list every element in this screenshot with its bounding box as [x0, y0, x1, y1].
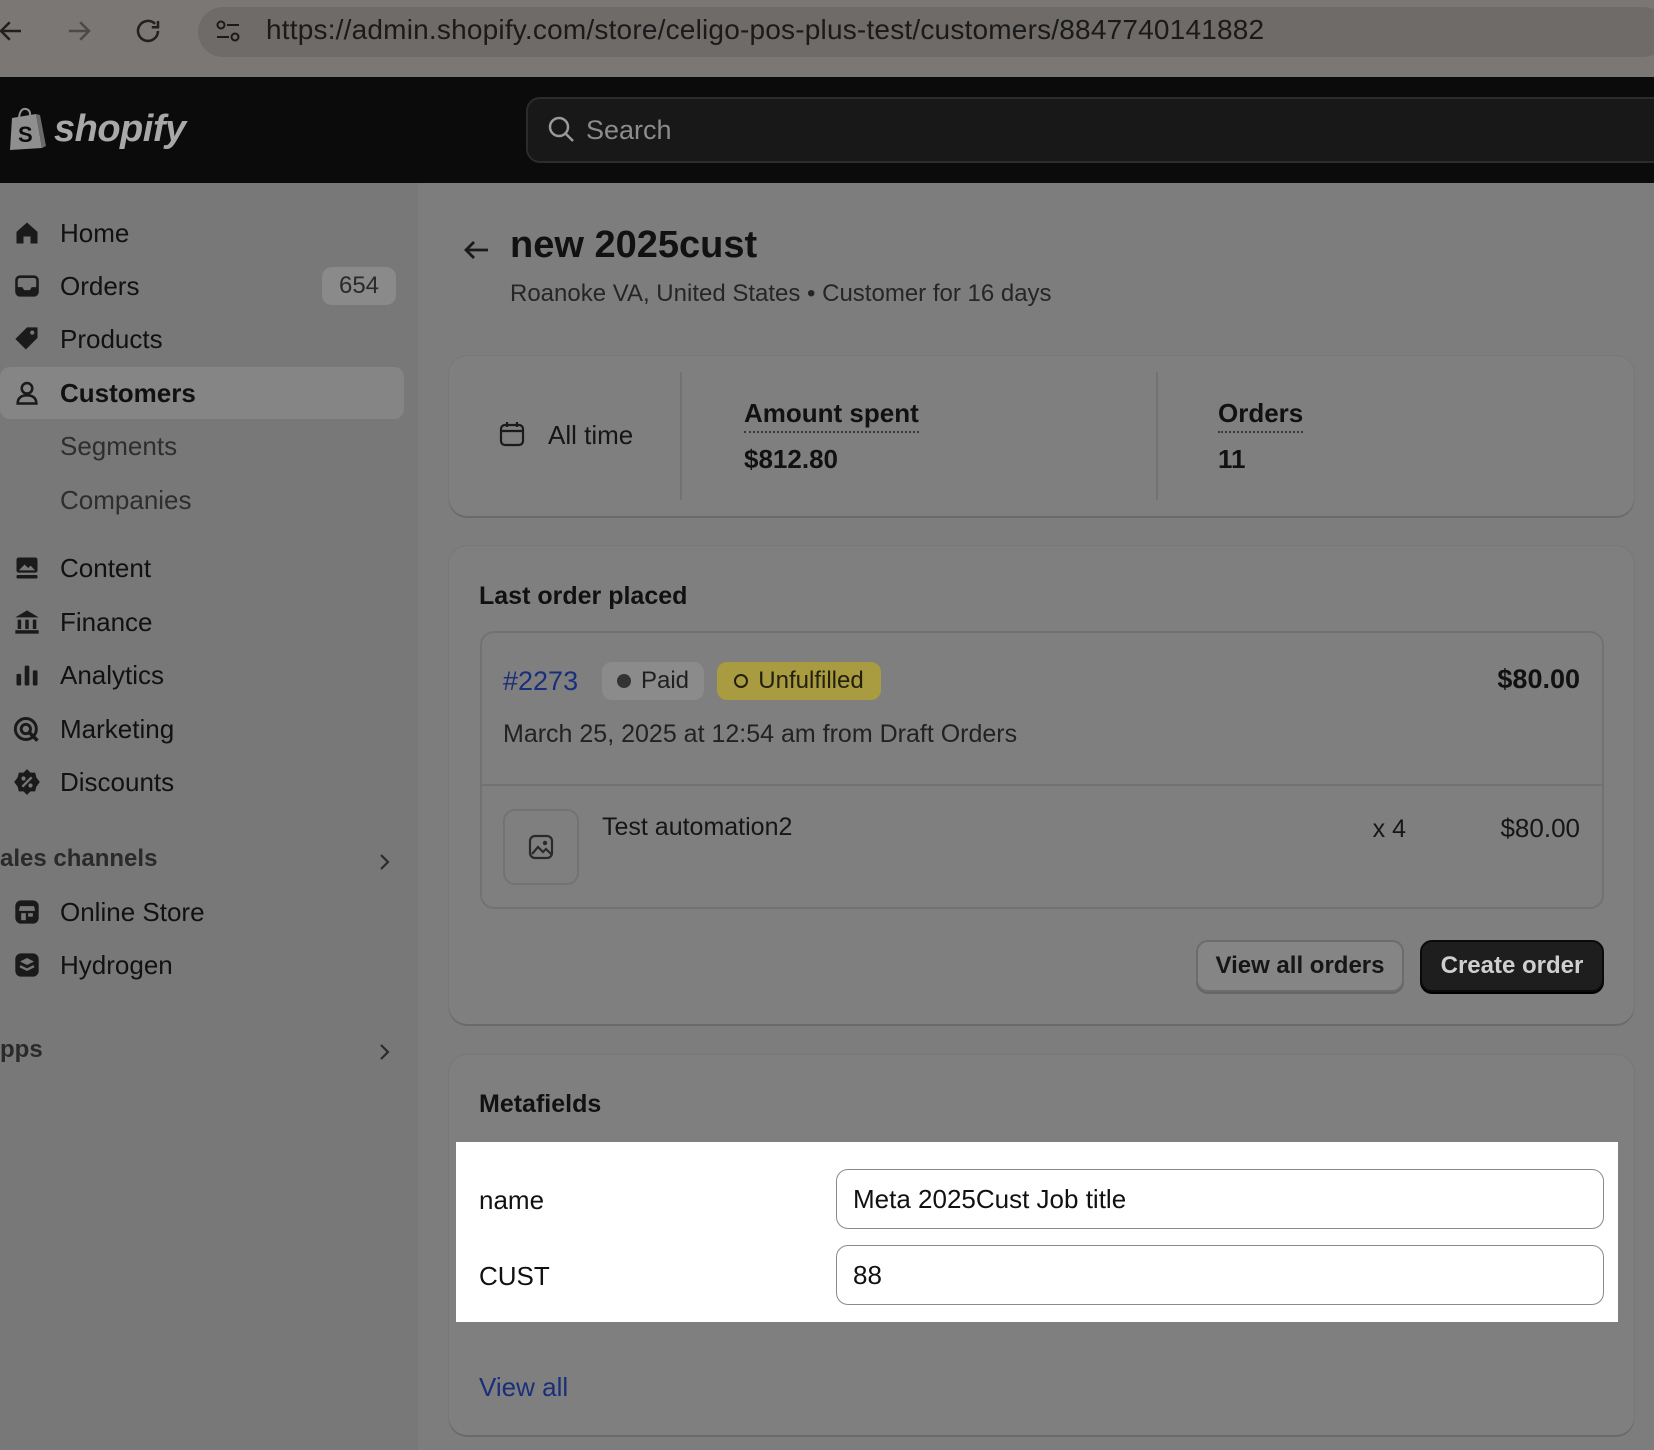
order-total: $80.00: [1497, 664, 1580, 694]
shopify-bag-icon: S: [10, 107, 46, 150]
sidebar-item-label: Home: [60, 217, 130, 248]
product-thumbnail[interactable]: [503, 809, 579, 885]
apps-heading: pps: [0, 1036, 43, 1063]
sidebar-item-label: Analytics: [60, 659, 165, 690]
order-meta: March 25, 2025 at 12:54 am from Draft Or…: [503, 720, 1018, 748]
sidebar-item-orders[interactable]: Orders 654: [0, 260, 404, 312]
content-icon: [12, 553, 42, 583]
stats-divider: [1156, 372, 1158, 500]
tag-icon: [12, 324, 42, 354]
bar-chart-icon: [12, 660, 42, 690]
discount-icon: [12, 767, 42, 797]
sidebar-item-label: Customers: [60, 377, 196, 408]
order-number-link[interactable]: #2273: [503, 666, 578, 697]
sidebar-item-hydrogen[interactable]: Hydrogen: [0, 939, 404, 991]
search-icon: [548, 116, 574, 142]
person-icon: [12, 378, 42, 408]
sidebar-item-label: Companies: [60, 484, 192, 515]
sidebar-item-label: Discounts: [60, 766, 175, 797]
sales-channels-heading: ales channels: [0, 845, 158, 872]
customer-subtitle: Roanoke VA, United States • Customer for…: [510, 280, 1052, 307]
sidebar-item-label: Products: [60, 323, 163, 354]
sidebar-item-segments[interactable]: Segments: [0, 420, 404, 472]
sidebar-item-label: Hydrogen: [60, 949, 173, 980]
sidebar-item-finance[interactable]: Finance: [0, 596, 404, 648]
date-range-selector[interactable]: All time: [548, 420, 633, 451]
stats-divider: [680, 372, 682, 500]
sidebar-item-label: Finance: [60, 606, 153, 637]
fulfillment-status-text: Unfulfilled: [758, 667, 864, 694]
reload-icon[interactable]: [131, 14, 165, 48]
bank-icon: [12, 607, 42, 637]
chevron-right-icon[interactable]: [372, 1040, 396, 1064]
target-icon: [12, 714, 42, 744]
back-icon[interactable]: [0, 14, 28, 48]
payment-status-badge: Paid: [602, 662, 704, 700]
line-item-name[interactable]: Test automation2: [602, 813, 792, 842]
sidebar-item-label: Marketing: [60, 713, 175, 744]
status-dot-icon: [616, 674, 631, 688]
sidebar-item-marketing[interactable]: Marketing: [0, 703, 404, 755]
fulfillment-status-badge: Unfulfilled: [717, 662, 881, 700]
metafield-input-name[interactable]: [836, 1169, 1604, 1229]
home-icon: [12, 218, 42, 248]
url-text[interactable]: https://admin.shopify.com/store/celigo-p…: [266, 14, 1264, 46]
sidebar-item-label: Orders: [60, 270, 140, 301]
store-icon: [12, 897, 42, 927]
orders-count-label: Orders: [1218, 398, 1304, 433]
orders-count-value: 11: [1218, 444, 1246, 474]
sidebar-item-home[interactable]: Home: [0, 207, 404, 259]
payment-status-text: Paid: [640, 667, 690, 694]
metafield-label-cust: CUST: [479, 1261, 550, 1291]
image-placeholder-icon: [528, 834, 554, 860]
back-arrow-icon[interactable]: [458, 232, 494, 268]
sidebar-item-customers[interactable]: Customers: [0, 367, 404, 419]
last-order-heading: Last order placed: [479, 582, 688, 610]
orders-count-badge: 654: [322, 267, 396, 305]
divider: [481, 784, 1603, 786]
sidebar-item-discounts[interactable]: Discounts: [0, 756, 404, 808]
amount-spent-label: Amount spent: [744, 398, 919, 433]
orders-icon: [12, 271, 42, 301]
metafield-label-name: name: [479, 1185, 545, 1215]
chevron-right-icon[interactable]: [372, 850, 396, 874]
view-all-orders-button[interactable]: View all orders: [1196, 940, 1404, 992]
page-title: new 2025cust: [510, 224, 758, 266]
sidebar-item-label: Content: [60, 552, 152, 583]
view-all-metafields-link[interactable]: View all: [479, 1372, 568, 1403]
sidebar-item-analytics[interactable]: Analytics: [0, 649, 404, 701]
sidebar-item-label: Online Store: [60, 896, 205, 927]
metafield-input-cust[interactable]: [836, 1245, 1604, 1305]
sidebar-item-online-store[interactable]: Online Store: [0, 886, 404, 938]
site-settings-icon[interactable]: [212, 15, 244, 47]
calendar-icon[interactable]: [498, 420, 526, 448]
status-ring-icon: [734, 674, 749, 688]
create-order-button[interactable]: Create order: [1420, 940, 1604, 992]
svg-text:S: S: [18, 122, 33, 147]
sidebar-item-companies[interactable]: Companies: [0, 474, 404, 526]
sidebar-item-products[interactable]: Products: [0, 313, 404, 365]
line-item-quantity: x 4: [1372, 815, 1406, 843]
logo-text: shopify: [54, 107, 186, 150]
line-item-price: $80.00: [1500, 813, 1580, 843]
forward-icon[interactable]: [62, 14, 96, 48]
shopify-logo[interactable]: S shopify: [6, 106, 186, 152]
sidebar-item-content[interactable]: Content: [0, 542, 404, 594]
amount-spent-value: $812.80: [744, 444, 838, 474]
sidebar-item-label: Segments: [60, 430, 178, 461]
metafields-heading: Metafields: [479, 1090, 602, 1118]
search-input[interactable]: [586, 112, 1186, 148]
hydrogen-icon: [12, 950, 42, 980]
